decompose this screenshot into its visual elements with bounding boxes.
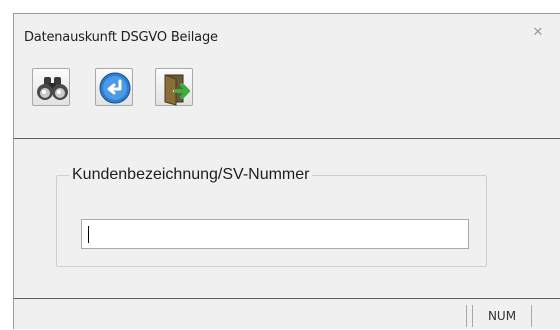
back-button[interactable] [95,68,133,106]
dialog-window: Datenauskunft DSGVO Beilage ✕ Kundenbeze… [13,13,560,329]
text-caret [88,226,89,243]
customer-input[interactable] [81,219,469,249]
binoculars-icon [37,77,68,100]
exit-button[interactable] [155,68,193,106]
close-icon[interactable]: ✕ [530,25,546,41]
status-divider [466,305,467,327]
back-arrow-icon [99,72,131,104]
statusbar-separator [14,298,560,299]
search-button[interactable] [32,68,70,106]
groupbox-label: Kundenbezeichnung/SV-Nummer [69,165,313,185]
toolbar-separator [14,138,560,139]
window-title: Datenauskunft DSGVO Beilage [24,30,218,45]
num-lock-indicator: NUM [472,305,532,327]
status-bar: NUM [14,303,560,330]
exit-door-icon [164,74,190,106]
customer-groupbox: Kundenbezeichnung/SV-Nummer [56,165,487,267]
